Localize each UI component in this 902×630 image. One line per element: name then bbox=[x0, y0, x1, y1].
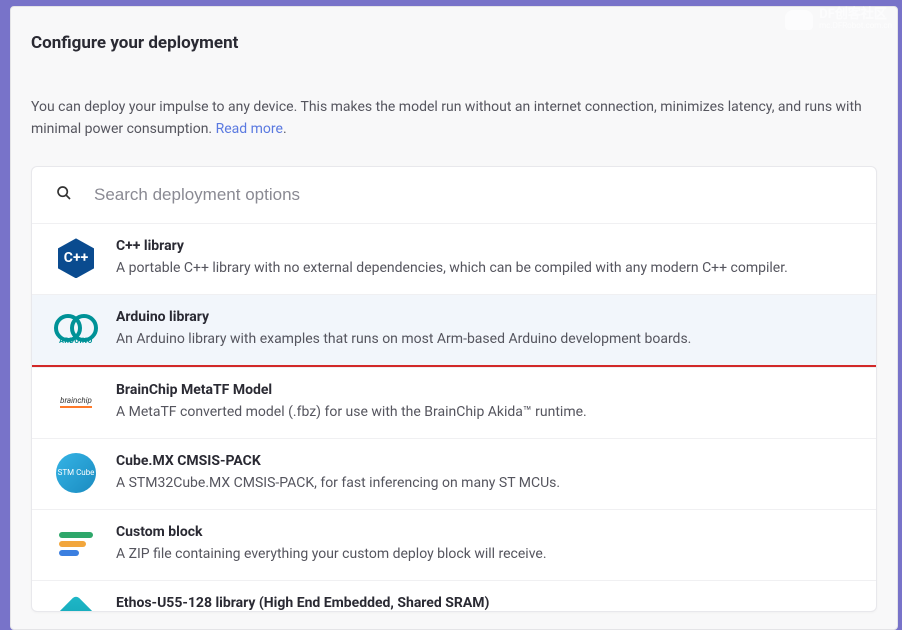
item-body: C++ library A portable C++ library with n… bbox=[116, 236, 854, 278]
item-desc: An Arduino library with examples that ru… bbox=[116, 329, 854, 349]
item-icon: brainchip bbox=[54, 380, 98, 424]
page-title: Configure your deployment bbox=[31, 33, 877, 53]
list-item[interactable]: arm Ethos-U55-128 library (High End Embed… bbox=[32, 580, 876, 611]
deployment-card: C++ C++ library A portable C++ library wit… bbox=[31, 166, 877, 612]
brainchip-icon: brainchip bbox=[60, 396, 92, 408]
search-row bbox=[32, 167, 876, 223]
custom-block-icon bbox=[59, 530, 93, 558]
item-title: Arduino library bbox=[116, 309, 854, 325]
item-title: BrainChip MetaTF Model bbox=[116, 382, 854, 398]
list-item[interactable]: Custom block A ZIP file containing everyt… bbox=[32, 509, 876, 580]
deployment-list[interactable]: C++ C++ library A portable C++ library wit… bbox=[32, 223, 876, 611]
item-body: Custom block A ZIP file containing everyt… bbox=[116, 522, 854, 564]
intro-body: You can deploy your impulse to any devic… bbox=[31, 99, 862, 137]
search-input[interactable] bbox=[94, 185, 852, 205]
read-more-link[interactable]: Read more bbox=[216, 121, 283, 137]
item-icon: ARDUINO bbox=[54, 307, 98, 351]
item-title: Cube.MX CMSIS-PACK bbox=[116, 453, 854, 469]
item-title: Custom block bbox=[116, 524, 854, 540]
item-body: Cube.MX CMSIS-PACK A STM32Cube.MX CMSIS-P… bbox=[116, 451, 854, 493]
watermark-sub: mc.DFRobot.com.cn bbox=[819, 22, 892, 31]
item-body: Ethos-U55-128 library (High End Embedded… bbox=[116, 593, 854, 611]
cube-icon: STM Cube bbox=[56, 453, 96, 493]
item-icon bbox=[54, 522, 98, 566]
search-icon bbox=[56, 185, 72, 205]
item-body: BrainChip MetaTF Model A MetaTF converted… bbox=[116, 380, 854, 422]
item-title: C++ library bbox=[116, 238, 854, 254]
item-icon: arm bbox=[54, 593, 98, 611]
watermark-main: DF创客社区 bbox=[819, 8, 887, 22]
config-panel: Configure your deployment You can deploy… bbox=[10, 6, 898, 630]
list-item[interactable]: C++ C++ library A portable C++ library wit… bbox=[32, 223, 876, 294]
intro-period: . bbox=[283, 121, 287, 137]
item-desc: A MetaTF converted model (.fbz) for use … bbox=[116, 402, 854, 422]
item-icon: STM Cube bbox=[54, 451, 98, 495]
ethos-icon: arm bbox=[56, 595, 96, 611]
item-desc: A ZIP file containing everything your cu… bbox=[116, 544, 854, 564]
list-item[interactable]: brainchip BrainChip MetaTF Model A MetaTF … bbox=[32, 367, 876, 438]
intro-text: You can deploy your impulse to any devic… bbox=[31, 97, 877, 140]
watermark-robot-icon bbox=[785, 10, 813, 30]
item-title: Ethos-U55-128 library (High End Embedded… bbox=[116, 595, 854, 611]
arduino-icon: ARDUINO bbox=[54, 314, 98, 345]
item-desc: A STM32Cube.MX CMSIS-PACK, for fast infe… bbox=[116, 473, 854, 493]
watermark: DF创客社区 mc.DFRobot.com.cn bbox=[785, 8, 892, 31]
item-body: Arduino library An Arduino library with e… bbox=[116, 307, 854, 349]
item-desc: A portable C++ library with no external … bbox=[116, 258, 854, 278]
list-item[interactable]: STM Cube Cube.MX CMSIS-PACK A STM32Cube.MX… bbox=[32, 438, 876, 509]
list-item[interactable]: ARDUINO Arduino library An Arduino library… bbox=[32, 294, 876, 368]
item-icon: C++ bbox=[54, 236, 98, 280]
cpp-icon: C++ bbox=[56, 238, 96, 278]
